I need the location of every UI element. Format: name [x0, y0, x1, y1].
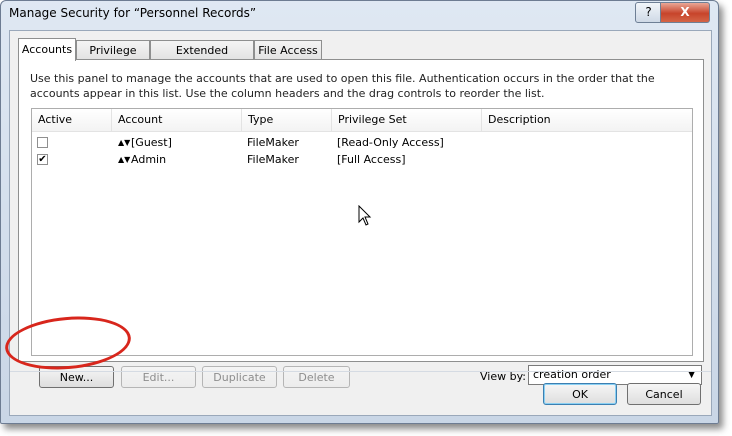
- delete-account-button[interactable]: Delete: [283, 366, 350, 388]
- column-header-active[interactable]: Active: [32, 109, 112, 131]
- account-privilege-set: [Read-Only Access]: [337, 136, 444, 149]
- account-type: FileMaker: [247, 136, 299, 149]
- panel-description: Use this panel to manage the accounts th…: [30, 72, 655, 100]
- cancel-button[interactable]: Cancel: [627, 383, 701, 405]
- help-button[interactable]: ?: [635, 2, 662, 23]
- table-row[interactable]: ▲▼ [Guest] FileMaker [Read-Only Access]: [32, 134, 692, 151]
- active-checkbox[interactable]: [37, 137, 48, 148]
- drag-handle-icon[interactable]: ▲▼: [118, 134, 130, 151]
- tab-privilege-sets[interactable]: Privilege Sets: [76, 40, 150, 76]
- account-type: FileMaker: [247, 153, 299, 166]
- drag-handle-icon[interactable]: ▲▼: [118, 151, 130, 168]
- ok-button[interactable]: OK: [543, 383, 617, 405]
- table-row[interactable]: ✔ ▲▼ Admin FileMaker [Full Access]: [32, 151, 692, 168]
- footer-separator: [10, 371, 711, 372]
- account-privilege-set: [Full Access]: [337, 153, 406, 166]
- duplicate-account-button[interactable]: Duplicate: [202, 366, 277, 388]
- view-by-selected-value: creation order: [533, 368, 611, 381]
- tab-extended-privileges[interactable]: Extended Privileges: [150, 40, 254, 76]
- dropdown-arrow-icon: ▼: [688, 370, 695, 380]
- close-button[interactable]: X: [660, 2, 710, 23]
- column-header-description[interactable]: Description: [482, 109, 692, 131]
- active-checkbox[interactable]: ✔: [37, 154, 48, 165]
- column-header-privilege-set[interactable]: Privilege Set: [332, 109, 482, 131]
- account-name: Admin: [131, 153, 167, 166]
- tab-accounts[interactable]: Accounts: [18, 38, 76, 61]
- mouse-cursor-icon: [358, 205, 372, 226]
- column-header-account[interactable]: Account: [112, 109, 242, 131]
- view-by-select[interactable]: creation order ▼: [528, 365, 702, 385]
- window-title: Manage Security for “Personnel Records”: [9, 6, 257, 20]
- accounts-list[interactable]: Active Account Type Privilege Set Descri…: [31, 108, 693, 356]
- list-header: Active Account Type Privilege Set Descri…: [32, 109, 692, 132]
- column-header-type[interactable]: Type: [242, 109, 332, 131]
- tab-file-access[interactable]: File Access: [254, 40, 322, 60]
- edit-account-button[interactable]: Edit...: [121, 366, 196, 388]
- account-name: [Guest]: [131, 136, 172, 149]
